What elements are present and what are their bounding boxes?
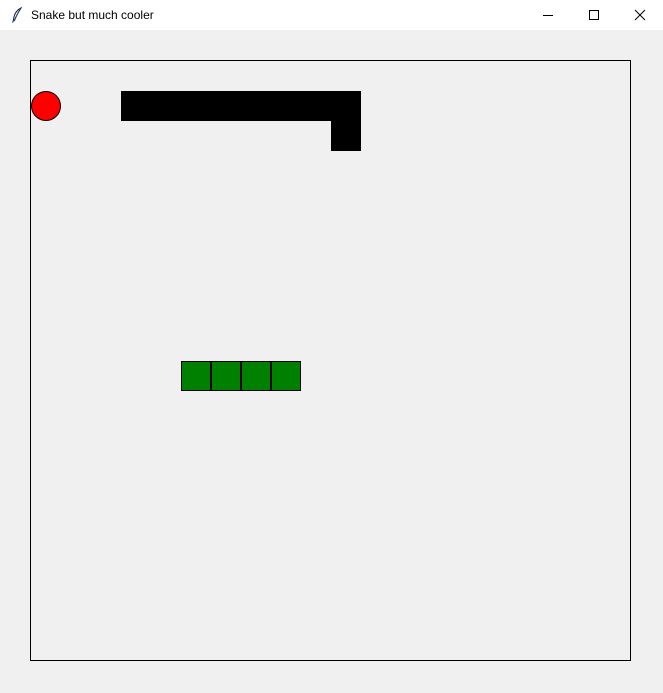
- black-snake-segment: [181, 91, 211, 121]
- black-snake-segment: [331, 121, 361, 151]
- green-snake-segment: [181, 361, 211, 391]
- feather-icon: [9, 7, 25, 23]
- maximize-button[interactable]: [571, 0, 617, 30]
- food-apple: [31, 91, 61, 121]
- minimize-icon: [543, 15, 553, 16]
- black-snake-segment: [331, 91, 361, 121]
- title-bar[interactable]: Snake but much cooler: [0, 0, 663, 30]
- minimize-button[interactable]: [525, 0, 571, 30]
- black-snake-segment: [241, 91, 271, 121]
- close-button[interactable]: [617, 0, 663, 30]
- black-snake-segment: [151, 91, 181, 121]
- black-snake-segment: [121, 91, 151, 121]
- green-snake-segment: [241, 361, 271, 391]
- green-snake-segment: [271, 361, 301, 391]
- window-title: Snake but much cooler: [31, 8, 154, 22]
- black-snake-segment: [301, 91, 331, 121]
- green-snake-segment: [211, 361, 241, 391]
- black-snake-segment: [211, 91, 241, 121]
- game-window: Snake but much cooler: [0, 0, 663, 693]
- window-controls: [525, 0, 663, 30]
- maximize-icon: [589, 10, 599, 20]
- close-icon: [634, 9, 646, 21]
- black-snake-segment: [271, 91, 301, 121]
- game-canvas[interactable]: [30, 60, 631, 661]
